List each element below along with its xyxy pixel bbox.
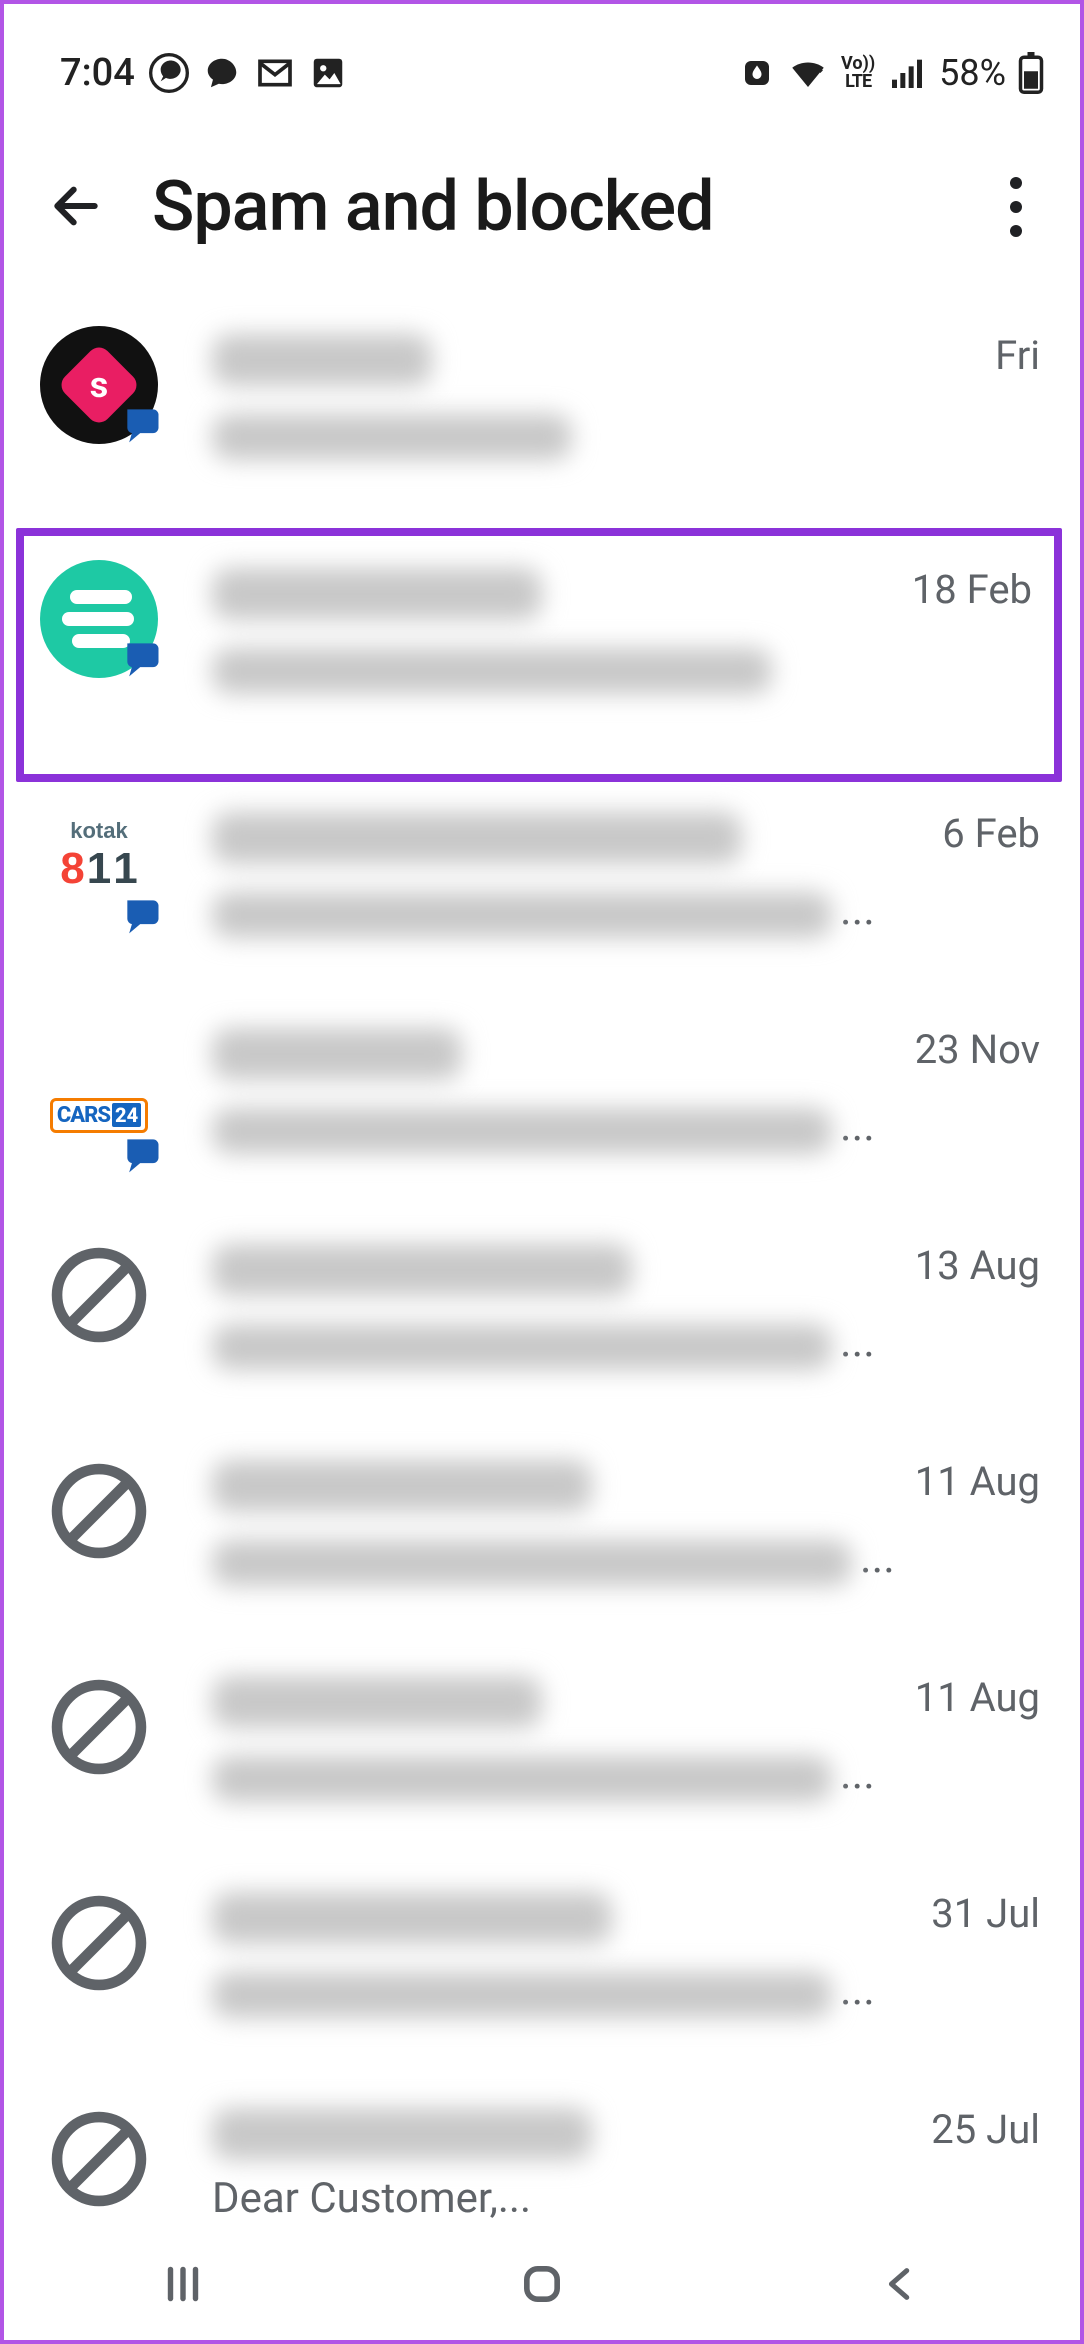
app-header: Spam and blocked: [4, 126, 1080, 268]
sender-name-redacted: [212, 1028, 462, 1080]
sender-name-redacted: [212, 334, 432, 386]
sender-name-redacted: [212, 568, 542, 620]
blocked-icon: [40, 1884, 158, 2002]
home-icon: [516, 2258, 568, 2313]
wifi-icon: [787, 52, 829, 94]
ellipsis: ...: [840, 883, 875, 935]
message-preview-redacted: [212, 892, 832, 938]
sender-name-redacted: [212, 812, 742, 864]
message-preview-redacted: [212, 1324, 832, 1370]
sender-name-redacted: [212, 1676, 542, 1728]
message-preview: Dear Customer,...: [212, 2168, 919, 2222]
chat-badge-icon: [120, 893, 164, 942]
status-left-group: 7:04: [60, 51, 347, 95]
conversation-row[interactable]: kotak 811 ... 6 Feb: [4, 786, 1080, 1002]
page-title: Spam and blocked: [152, 166, 940, 248]
status-time: 7:04: [60, 51, 135, 95]
more-vert-icon: [1010, 177, 1022, 237]
arrow-back-icon: [48, 178, 104, 237]
battery-saver-icon: [739, 55, 775, 91]
message-preview-redacted: [212, 1972, 832, 2018]
message-preview-redacted: [212, 1540, 852, 1586]
conversation-row[interactable]: ... 31 Jul: [4, 1866, 1080, 2082]
whatsapp-icon: [149, 53, 189, 93]
chat-icon: [203, 54, 241, 92]
system-nav-bar: [4, 2230, 1080, 2340]
conversation-row[interactable]: ... 11 Aug: [4, 1650, 1080, 1866]
battery-percent: 58%: [939, 52, 1006, 94]
conversation-list: Fri 18 Feb kotak 811 ... 6 Feb: [4, 268, 1080, 2298]
timestamp: Fri: [983, 326, 1040, 379]
timestamp: 11 Aug: [903, 1452, 1040, 1505]
message-preview-redacted: [212, 1756, 832, 1802]
timestamp: 25 Jul: [919, 2100, 1040, 2153]
recents-icon: [158, 2259, 208, 2312]
sender-name-redacted: [212, 2108, 592, 2160]
message-preview-redacted: [212, 1108, 832, 1154]
blocked-icon: [40, 1668, 158, 1786]
message-preview-redacted: [212, 648, 772, 694]
sender-name-redacted: [212, 1460, 592, 1512]
conversation-row[interactable]: 18 Feb: [16, 528, 1062, 782]
sender-avatar: [40, 560, 158, 678]
timestamp: 23 Nov: [903, 1020, 1040, 1073]
message-preview-redacted: [212, 414, 572, 460]
gmail-icon: [255, 53, 295, 93]
chat-badge-icon: [120, 636, 164, 684]
back-button[interactable]: [40, 171, 112, 243]
chat-badge-icon: [120, 402, 164, 450]
nav-recents-button[interactable]: [103, 2245, 263, 2325]
conversation-row[interactable]: CARS24 ... 23 Nov: [4, 1002, 1080, 1218]
timestamp: 11 Aug: [903, 1668, 1040, 1721]
ellipsis: ...: [860, 1531, 895, 1583]
conversation-row[interactable]: ... 13 Aug: [4, 1218, 1080, 1434]
volte-icon: Vo)) LTE: [841, 55, 875, 91]
timestamp: 31 Jul: [919, 1884, 1040, 1937]
timestamp: 18 Feb: [900, 560, 1032, 613]
ellipsis: ...: [840, 1315, 875, 1367]
status-right-group: Vo)) LTE 58%: [739, 52, 1044, 94]
sender-name-redacted: [212, 1892, 612, 1944]
timestamp: 13 Aug: [903, 1236, 1040, 1289]
chat-badge-icon: [120, 1132, 164, 1180]
blocked-icon: [40, 1452, 158, 1570]
signal-icon: [887, 53, 927, 93]
conversation-row[interactable]: ... 11 Aug: [4, 1434, 1080, 1650]
more-options-button[interactable]: [980, 171, 1052, 243]
timestamp: 6 Feb: [930, 804, 1040, 857]
blocked-icon: [40, 2100, 158, 2218]
nav-home-button[interactable]: [462, 2245, 622, 2325]
nav-back-button[interactable]: [821, 2245, 981, 2325]
sender-avatar: CARS24: [40, 1020, 158, 1174]
sender-avatar: kotak 811: [40, 804, 158, 936]
ellipsis: ...: [840, 1099, 875, 1151]
blocked-icon: [40, 1236, 158, 1354]
ellipsis: ...: [840, 1747, 875, 1799]
conversation-row[interactable]: Fri: [4, 308, 1080, 524]
battery-icon: [1018, 52, 1044, 94]
sender-avatar: [40, 326, 158, 444]
status-bar: 7:04 Vo)) LTE: [4, 4, 1080, 126]
ellipsis: ...: [840, 1963, 875, 2015]
nav-back-icon: [878, 2261, 924, 2310]
sender-name-redacted: [212, 1244, 632, 1296]
gallery-icon: [309, 54, 347, 92]
